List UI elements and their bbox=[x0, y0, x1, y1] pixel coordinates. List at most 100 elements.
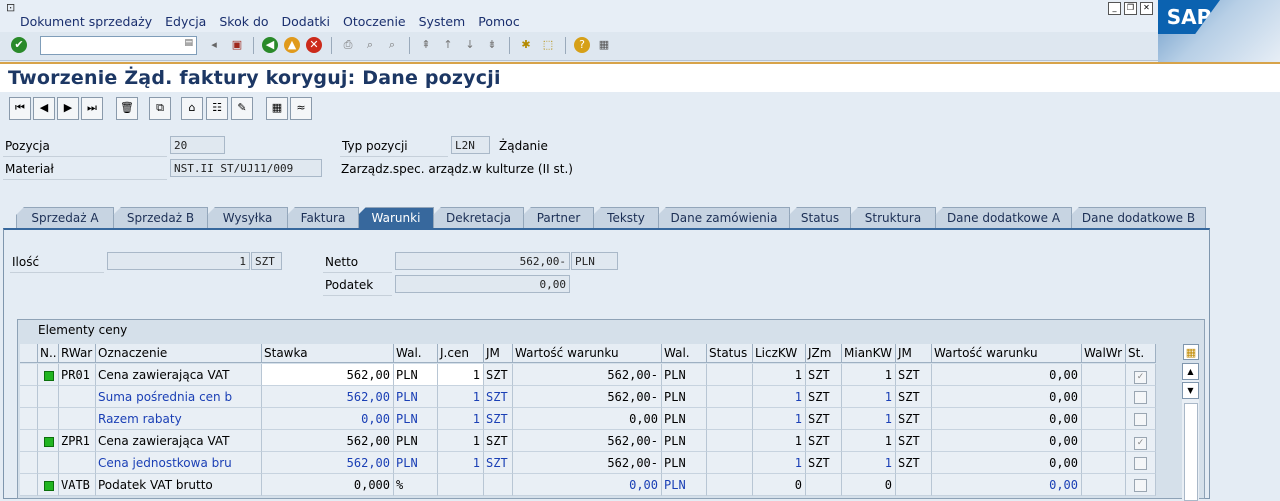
tab-warunki[interactable]: Warunki bbox=[358, 207, 434, 229]
last-item-icon[interactable]: ⏭ bbox=[81, 97, 103, 120]
table-vertical-scrollbar[interactable]: ▲ ▼ bbox=[1182, 363, 1199, 501]
menu-item-skok-do[interactable]: Skok do bbox=[219, 14, 268, 29]
menu-item-otoczenie[interactable]: Otoczenie bbox=[343, 14, 406, 29]
tab-struktura[interactable]: Struktura bbox=[850, 207, 936, 229]
checkbox-checked[interactable]: ✓ bbox=[1134, 437, 1147, 450]
tab-wysylka[interactable]: Wysyłka bbox=[207, 207, 288, 229]
tab-dane-zamowienia[interactable]: Dane zamówienia bbox=[658, 207, 790, 229]
scroll-up-icon[interactable]: ▲ bbox=[1182, 363, 1199, 380]
cell-stawka[interactable]: 562,00 bbox=[262, 364, 394, 386]
menu-item-pomoc[interactable]: Pomoc bbox=[478, 14, 519, 29]
previous-item-icon[interactable]: ◀ bbox=[33, 97, 55, 120]
column-header-jm2[interactable]: JM bbox=[896, 344, 932, 363]
column-header-wal[interactable]: Wal. bbox=[394, 344, 438, 363]
material-field[interactable]: NST.II ST/UJ11/009 bbox=[170, 159, 322, 177]
menu-item-dodatki[interactable]: Dodatki bbox=[282, 14, 330, 29]
tab-sprzedaz-b[interactable]: Sprzedaż B bbox=[113, 207, 208, 229]
tab-teksty[interactable]: Teksty bbox=[593, 207, 659, 229]
exit-icon[interactable]: ▲ bbox=[284, 37, 300, 53]
column-header-wartosc-warunku[interactable]: Wartość warunku bbox=[513, 344, 662, 363]
scroll-down-icon[interactable]: ▼ bbox=[1182, 382, 1199, 399]
next-item-icon[interactable]: ▶ bbox=[57, 97, 79, 120]
statistics-checkbox[interactable] bbox=[1126, 474, 1156, 496]
last-page-icon[interactable]: ⇟ bbox=[484, 37, 500, 53]
checkbox-unchecked[interactable] bbox=[1134, 391, 1147, 404]
back-icon[interactable]: ◀ bbox=[262, 37, 278, 53]
column-header-wal2[interactable]: Wal. bbox=[662, 344, 707, 363]
column-header-liczkw[interactable]: LiczKW bbox=[753, 344, 806, 363]
tab-dane-dodatkowe-a[interactable]: Dane dodatkowe A bbox=[935, 207, 1072, 229]
edit-icon[interactable]: ✎ bbox=[231, 97, 253, 120]
minimize-icon[interactable]: _ bbox=[1108, 2, 1121, 15]
delete-icon[interactable]: 🗑 bbox=[116, 97, 138, 120]
checkbox-unchecked[interactable] bbox=[1134, 457, 1147, 470]
previous-page-icon[interactable]: ↑ bbox=[440, 37, 456, 53]
ilosc-field[interactable]: 1 bbox=[107, 252, 250, 270]
menu-item-edycja[interactable]: Edycja bbox=[165, 14, 206, 29]
row-selector[interactable] bbox=[20, 386, 38, 408]
row-selector[interactable] bbox=[20, 364, 38, 386]
cell-wal[interactable]: PLN bbox=[394, 364, 438, 386]
column-header-rwar[interactable]: RWar bbox=[59, 344, 96, 363]
pricing-analysis-icon[interactable]: ≈ bbox=[290, 97, 312, 120]
save-icon[interactable]: ▣ bbox=[229, 37, 245, 53]
menu-item-dokument[interactable]: Dokument sprzedaży bbox=[20, 14, 152, 29]
select-all-header[interactable] bbox=[20, 344, 38, 363]
row-selector[interactable] bbox=[20, 474, 38, 496]
next-page-icon[interactable]: ↓ bbox=[462, 37, 478, 53]
shortcut-icon[interactable]: ⬚ bbox=[540, 37, 556, 53]
pozycja-field[interactable]: 20 bbox=[170, 136, 225, 154]
close-window-icon[interactable]: ✕ bbox=[1140, 2, 1153, 15]
column-header-status[interactable]: Status bbox=[707, 344, 753, 363]
checkbox-unchecked[interactable] bbox=[1134, 413, 1147, 426]
ilosc-unit-field[interactable]: SZT bbox=[251, 252, 282, 270]
typ-pozycji-field[interactable]: L2N bbox=[451, 136, 490, 154]
statistics-checkbox[interactable] bbox=[1126, 386, 1156, 408]
row-selector[interactable] bbox=[20, 452, 38, 474]
column-header-walwr[interactable]: WalWr bbox=[1082, 344, 1126, 363]
column-header-wartosc-warunku2[interactable]: Wartość warunku bbox=[932, 344, 1082, 363]
calculator-icon[interactable]: ▦ bbox=[266, 97, 288, 120]
back-small-icon[interactable]: ◂ bbox=[206, 37, 222, 53]
new-session-icon[interactable]: ✱ bbox=[518, 37, 534, 53]
system-menu-icon[interactable]: ⊡ bbox=[6, 1, 15, 14]
layout-menu-icon[interactable]: ▦ bbox=[596, 37, 612, 53]
column-header-jcen[interactable]: J.cen bbox=[438, 344, 484, 363]
first-page-icon[interactable]: ⇞ bbox=[418, 37, 434, 53]
tab-partner[interactable]: Partner bbox=[523, 207, 594, 229]
column-header-n[interactable]: N.. bbox=[38, 344, 59, 363]
checkbox-unchecked[interactable] bbox=[1134, 479, 1147, 492]
tab-status[interactable]: Status bbox=[789, 207, 851, 229]
row-selector[interactable] bbox=[20, 408, 38, 430]
tab-faktura[interactable]: Faktura bbox=[287, 207, 359, 229]
find-next-icon[interactable]: ⌕ bbox=[384, 37, 400, 53]
tab-dane-dodatkowe-b[interactable]: Dane dodatkowe B bbox=[1071, 207, 1206, 229]
menu-item-system[interactable]: System bbox=[419, 14, 466, 29]
cancel-icon[interactable]: ✕ bbox=[306, 37, 322, 53]
first-item-icon[interactable]: ⏮ bbox=[9, 97, 31, 120]
tab-sprzedaz-a[interactable]: Sprzedaż A bbox=[16, 207, 114, 229]
find-icon[interactable]: ⌕ bbox=[362, 37, 378, 53]
column-header-jzm[interactable]: JZm bbox=[806, 344, 842, 363]
statistics-checkbox[interactable] bbox=[1126, 408, 1156, 430]
row-selector[interactable] bbox=[20, 430, 38, 452]
table-settings-icon[interactable]: ▦ bbox=[1183, 344, 1199, 360]
help-icon[interactable]: ? bbox=[574, 37, 590, 53]
analysis-icon[interactable]: ☷ bbox=[206, 97, 228, 120]
column-header-miankw[interactable]: MianKW bbox=[842, 344, 896, 363]
statistics-checkbox[interactable] bbox=[1126, 452, 1156, 474]
enter-check-icon[interactable]: ✔ bbox=[11, 37, 27, 53]
print-icon[interactable]: ⎙ bbox=[340, 37, 356, 53]
tab-dekretacja[interactable]: Dekretacja bbox=[433, 207, 524, 229]
column-header-stawka[interactable]: Stawka bbox=[262, 344, 394, 363]
column-header-oznaczenie[interactable]: Oznaczenie bbox=[96, 344, 262, 363]
command-field[interactable]: ▤ bbox=[40, 36, 197, 55]
command-dropdown-icon[interactable]: ▤ bbox=[184, 38, 193, 48]
header-icon[interactable]: ⌂ bbox=[181, 97, 203, 120]
checkbox-checked[interactable]: ✓ bbox=[1134, 371, 1147, 384]
column-header-jm[interactable]: JM bbox=[484, 344, 513, 363]
statistics-checkbox[interactable]: ✓ bbox=[1126, 364, 1156, 386]
display-document-icon[interactable]: ⧉ bbox=[149, 97, 171, 120]
column-header-st[interactable]: St. bbox=[1126, 344, 1156, 363]
scroll-thumb[interactable] bbox=[1184, 403, 1198, 501]
